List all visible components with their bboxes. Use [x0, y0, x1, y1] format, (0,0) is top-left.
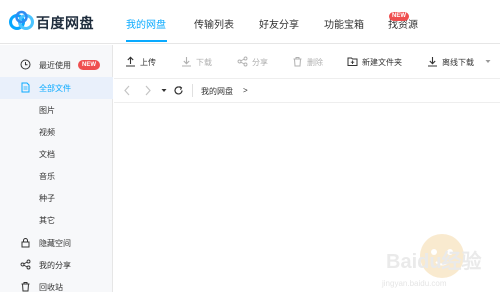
offline-download-button[interactable]: 离线下载 — [427, 56, 493, 68]
sidebar-item-label: 种子 — [39, 194, 55, 203]
path-bar: 我的网盘 > — [114, 79, 500, 103]
breadcrumb-separator: > — [243, 86, 248, 95]
tab-function-box[interactable]: 功能宝箱 — [324, 16, 364, 31]
sidebar-item-label: 全部文件 — [39, 84, 71, 93]
lock-icon — [21, 238, 30, 248]
file-toolbar: 上传 下载 分享 删除 新建文件夹 离线下载 — [114, 45, 500, 79]
clock-icon — [20, 59, 31, 70]
sidebar-item-label: 其它 — [39, 216, 55, 225]
find-resources-new-badge: NEW — [389, 12, 409, 21]
upload-button[interactable]: 上传 — [125, 56, 165, 68]
sidebar-item-label: 文档 — [39, 150, 55, 159]
share-label: 分享 — [252, 58, 268, 67]
sidebar-item-label: 回收站 — [39, 283, 63, 292]
active-tab-indicator — [126, 40, 167, 42]
path-divider — [192, 84, 193, 97]
tab-transfer-list[interactable]: 传输列表 — [194, 16, 234, 31]
download-label: 下载 — [196, 58, 212, 67]
baidu-netdisk-logo-icon[interactable] — [8, 10, 36, 32]
sidebar-item-my-shares[interactable]: 我的分享 — [0, 254, 113, 276]
delete-label: 删除 — [307, 58, 323, 67]
upload-label: 上传 — [140, 58, 156, 67]
sidebar-item-documents[interactable]: 文档 — [0, 143, 113, 165]
offline-download-label: 离线下载 — [442, 58, 474, 67]
sidebar-item-label: 隐藏空间 — [39, 239, 71, 248]
tab-my-netdisk[interactable]: 我的网盘 — [126, 16, 166, 31]
offline-download-icon — [428, 57, 437, 67]
refresh-icon[interactable] — [173, 85, 184, 96]
recent-new-badge: NEW — [78, 60, 100, 70]
share-icon — [20, 259, 31, 270]
download-button[interactable]: 下载 — [181, 56, 221, 68]
sidebar-item-recycle-bin[interactable]: 回收站 — [0, 276, 113, 292]
watermark-url: jingyan.baidu.com — [381, 279, 447, 288]
top-header: 百度网盘 我的网盘 传输列表 好友分享 功能宝箱 找资源 NEW — [0, 0, 500, 44]
new-folder-button[interactable]: 新建文件夹 — [347, 56, 409, 68]
history-dropdown-icon[interactable] — [161, 88, 167, 93]
sidebar-item-recent[interactable]: 最近使用 NEW — [0, 54, 113, 76]
forward-arrow-icon[interactable] — [144, 85, 152, 96]
back-arrow-icon[interactable] — [123, 85, 131, 96]
folder-plus-icon — [347, 57, 358, 66]
sidebar-item-torrents[interactable]: 种子 — [0, 187, 113, 209]
sidebar-item-label: 音乐 — [39, 172, 55, 181]
share-button[interactable]: 分享 — [237, 56, 277, 68]
baidu-jingyan-watermark: Baidu经验 jingyan.baidu.com — [381, 234, 482, 288]
sidebar-item-label: 图片 — [39, 106, 55, 115]
tab-friend-share[interactable]: 好友分享 — [259, 16, 299, 31]
chevron-down-icon[interactable] — [485, 59, 491, 64]
trash-icon — [21, 282, 30, 292]
sidebar-item-images[interactable]: 图片 — [0, 99, 113, 121]
sidebar: 最近使用 NEW 全部文件 图片 视频 文档 音乐 种子 其它 隐藏空间 我的分… — [0, 45, 113, 292]
app-name: 百度网盘 — [36, 15, 94, 31]
download-icon — [182, 57, 191, 67]
sidebar-item-label: 视频 — [39, 128, 55, 137]
upload-icon — [126, 56, 135, 67]
breadcrumb-my-netdisk[interactable]: 我的网盘 — [201, 86, 233, 97]
sidebar-item-hidden-space[interactable]: 隐藏空间 — [0, 232, 113, 254]
sidebar-item-label: 最近使用 — [39, 61, 71, 70]
sidebar-item-others[interactable]: 其它 — [0, 209, 113, 231]
file-icon — [21, 82, 30, 93]
sidebar-item-music[interactable]: 音乐 — [0, 165, 113, 187]
share-icon — [237, 56, 248, 67]
sidebar-item-videos[interactable]: 视频 — [0, 121, 113, 143]
delete-button[interactable]: 删除 — [292, 56, 332, 68]
sidebar-item-label: 我的分享 — [39, 261, 71, 270]
trash-icon — [293, 57, 302, 67]
watermark-text: Baidu经验 — [386, 249, 482, 273]
new-folder-label: 新建文件夹 — [362, 58, 402, 67]
sidebar-item-all-files[interactable]: 全部文件 — [0, 77, 113, 99]
